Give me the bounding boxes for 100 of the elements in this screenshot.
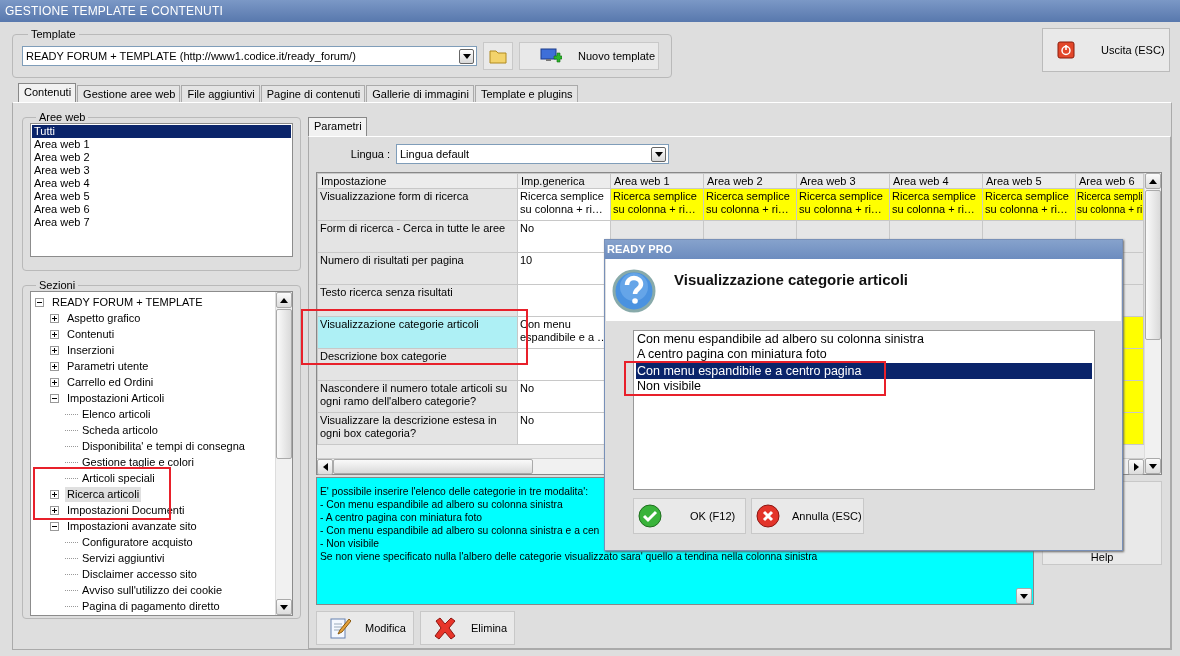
language-dropdown[interactable]: Lingua default [396,144,669,164]
tree-item[interactable]: Articoli speciali [80,470,157,486]
tree-item[interactable]: Disclaimer accesso sito [80,566,199,582]
scrollbar[interactable] [275,292,292,615]
column-header[interactable]: Area web 1 [610,173,704,189]
column-header[interactable]: Impostazione [317,173,518,189]
expand-icon[interactable] [50,361,59,371]
scroll-thumb[interactable] [1145,190,1161,340]
collapse-icon[interactable] [50,393,59,403]
down-arrow-icon [1149,463,1157,469]
column-header[interactable]: Imp.generica [517,173,611,189]
delete-button[interactable]: Elimina [420,611,515,645]
scroll-down-button[interactable] [1016,588,1033,604]
question-icon [612,269,656,313]
tab[interactable]: Template e plugins [474,85,578,102]
scroll-right-button[interactable] [1128,459,1144,475]
expand-icon[interactable] [50,505,59,515]
tree-item[interactable]: Configuratore acquisto [80,534,195,550]
options-list[interactable]: Con menu espandibile ad albero su colonna sinistra A centro pagina con miniatura foto Con menu espandibile e a centro pagina Non visibile [633,330,1095,490]
list-item[interactable]: A centro pagina con miniatura foto [636,348,827,361]
table-cell[interactable]: Ricerca semplice su colonna + ri… [982,188,1076,221]
list-item[interactable]: Area web 6 [32,203,291,216]
tree-item[interactable]: Parametri utente [65,358,151,374]
tree-item[interactable]: Pagina di pagamento diretto [80,598,222,614]
table-cell[interactable]: Visualizzazione categorie articoli [317,316,518,349]
table-cell[interactable]: Visualizzare la descrizione estesa in ogni box categoria? [317,412,518,445]
column-header[interactable]: Area web 5 [982,173,1076,189]
new-template-button[interactable]: Nuovo template [519,42,659,70]
tree-item[interactable]: Carrello ed Ordini [65,374,156,390]
dialog-heading: Visualizzazione categorie articoli [674,270,908,290]
list-item[interactable]: Area web 2 [32,151,291,164]
column-header[interactable]: Area web 2 [703,173,797,189]
tab[interactable]: Gallerie di immagini [366,85,474,102]
column-header[interactable]: Area web 3 [796,173,890,189]
list-item[interactable]: Tutti [32,125,291,138]
right-arrow-icon [1133,463,1139,471]
expand-icon[interactable] [50,489,59,499]
template-dropdown[interactable]: READY FORUM + TEMPLATE (http://www1.codice.it/ready_forum/) [22,46,477,66]
tree-item[interactable]: Aspetto grafico [65,310,143,326]
tree-item[interactable]: Contenuti [65,326,117,342]
list-item[interactable]: Con menu espandibile e a centro pagina [636,363,1092,379]
table-cell[interactable]: Numero di risultati per pagina [317,252,518,285]
description-line: - Con menu espandibile ad albero su colonna sinistra e a cen [320,524,600,537]
tab[interactable]: Parametri [308,117,367,136]
up-arrow-icon [1149,178,1157,184]
tab[interactable]: Gestione aree web [77,85,181,102]
table-cell[interactable]: Ricerca semplice su colonna + ri… [796,188,890,221]
list-item[interactable]: Area web 3 [32,164,291,177]
collapse-icon[interactable] [35,297,44,307]
collapse-icon[interactable] [50,521,59,531]
tree-item[interactable]: Ricerca articoli [65,486,142,502]
scroll-down-button[interactable] [1145,458,1161,474]
scroll-up-button[interactable] [276,292,292,308]
tree-item[interactable]: Disponibilita' e tempi di consegna [80,438,247,454]
column-header[interactable]: Area web 4 [889,173,983,189]
table-cell[interactable]: Visualizzazione form di ricerca [317,188,518,221]
ok-button[interactable]: OK (F12) [633,498,746,534]
expand-icon[interactable] [50,329,59,339]
table-cell[interactable]: Form di ricerca - Cerca in tutte le aree [317,220,518,253]
tab[interactable]: Pagine di contenuti [260,85,366,102]
expand-icon[interactable] [50,313,59,323]
list-item[interactable]: Non visibile [636,380,701,393]
list-item[interactable]: Area web 4 [32,177,291,190]
list-item[interactable]: Area web 7 [32,216,291,229]
tree-item[interactable]: Servizi aggiuntivi [80,550,167,566]
scroll-left-button[interactable] [317,459,333,475]
tab[interactable]: Contenuti [18,83,77,102]
tree-item[interactable]: Scheda articolo [80,422,160,438]
tree-item[interactable]: Avviso sull'utilizzo dei cookie [80,582,225,598]
tree-item[interactable]: READY FORUM + TEMPLATE [50,294,205,310]
scroll-thumb[interactable] [333,459,533,474]
tab[interactable]: File aggiuntivi [181,85,260,102]
description-line: E' possibile inserire l'elenco delle categorie in tre modalita': [320,485,589,498]
table-cell[interactable]: Ricerca semplice su colonna + ri… [610,188,704,221]
scroll-up-button[interactable] [1145,173,1161,189]
list-item[interactable]: Con menu espandibile ad albero su colonna sinistra [636,333,924,346]
areas-list[interactable]: Tutti Area web 1 Area web 2 Area web 3 Area web 4 Area web 5 Area web 6 Area web 7 [30,123,293,257]
edit-button[interactable]: Modifica [316,611,414,645]
scroll-down-button[interactable] [276,599,292,615]
expand-icon[interactable] [50,377,59,387]
monitor-plus-icon [540,47,562,65]
tree-item[interactable]: Inserzioni [65,342,117,358]
expand-icon[interactable] [50,345,59,355]
tree-item[interactable]: Impostazioni Articoli [65,390,167,406]
list-item[interactable]: Area web 5 [32,190,291,203]
exit-button[interactable]: Uscita (ESC) [1042,28,1170,72]
column-header[interactable]: Area web 6 [1075,173,1144,189]
cancel-button[interactable]: Annulla (ESC) [751,498,864,534]
scroll-thumb[interactable] [276,309,292,459]
checkmark-icon [638,504,662,528]
tree-item[interactable]: Gestione taglie e colori [80,454,196,470]
table-cell[interactable]: Ricerca semplice su colonna + ri… [889,188,983,221]
table-cell[interactable]: Nascondere il numero totale articoli su ogni ramo dell'albero categorie? [317,380,518,413]
table-cell[interactable]: Ricerca semplice su colonna + ri… [703,188,797,221]
table-cell[interactable]: Ricerca semplice su colonna + ri… [517,188,611,221]
tree-item[interactable]: Impostazioni avanzate sito [65,518,199,534]
tree-item[interactable]: Elenco articoli [80,406,153,422]
table-cell[interactable]: Ricerca sempli su colonna + ri [1075,188,1144,221]
list-item[interactable]: Area web 1 [32,138,291,151]
scrollbar[interactable] [1144,173,1161,474]
